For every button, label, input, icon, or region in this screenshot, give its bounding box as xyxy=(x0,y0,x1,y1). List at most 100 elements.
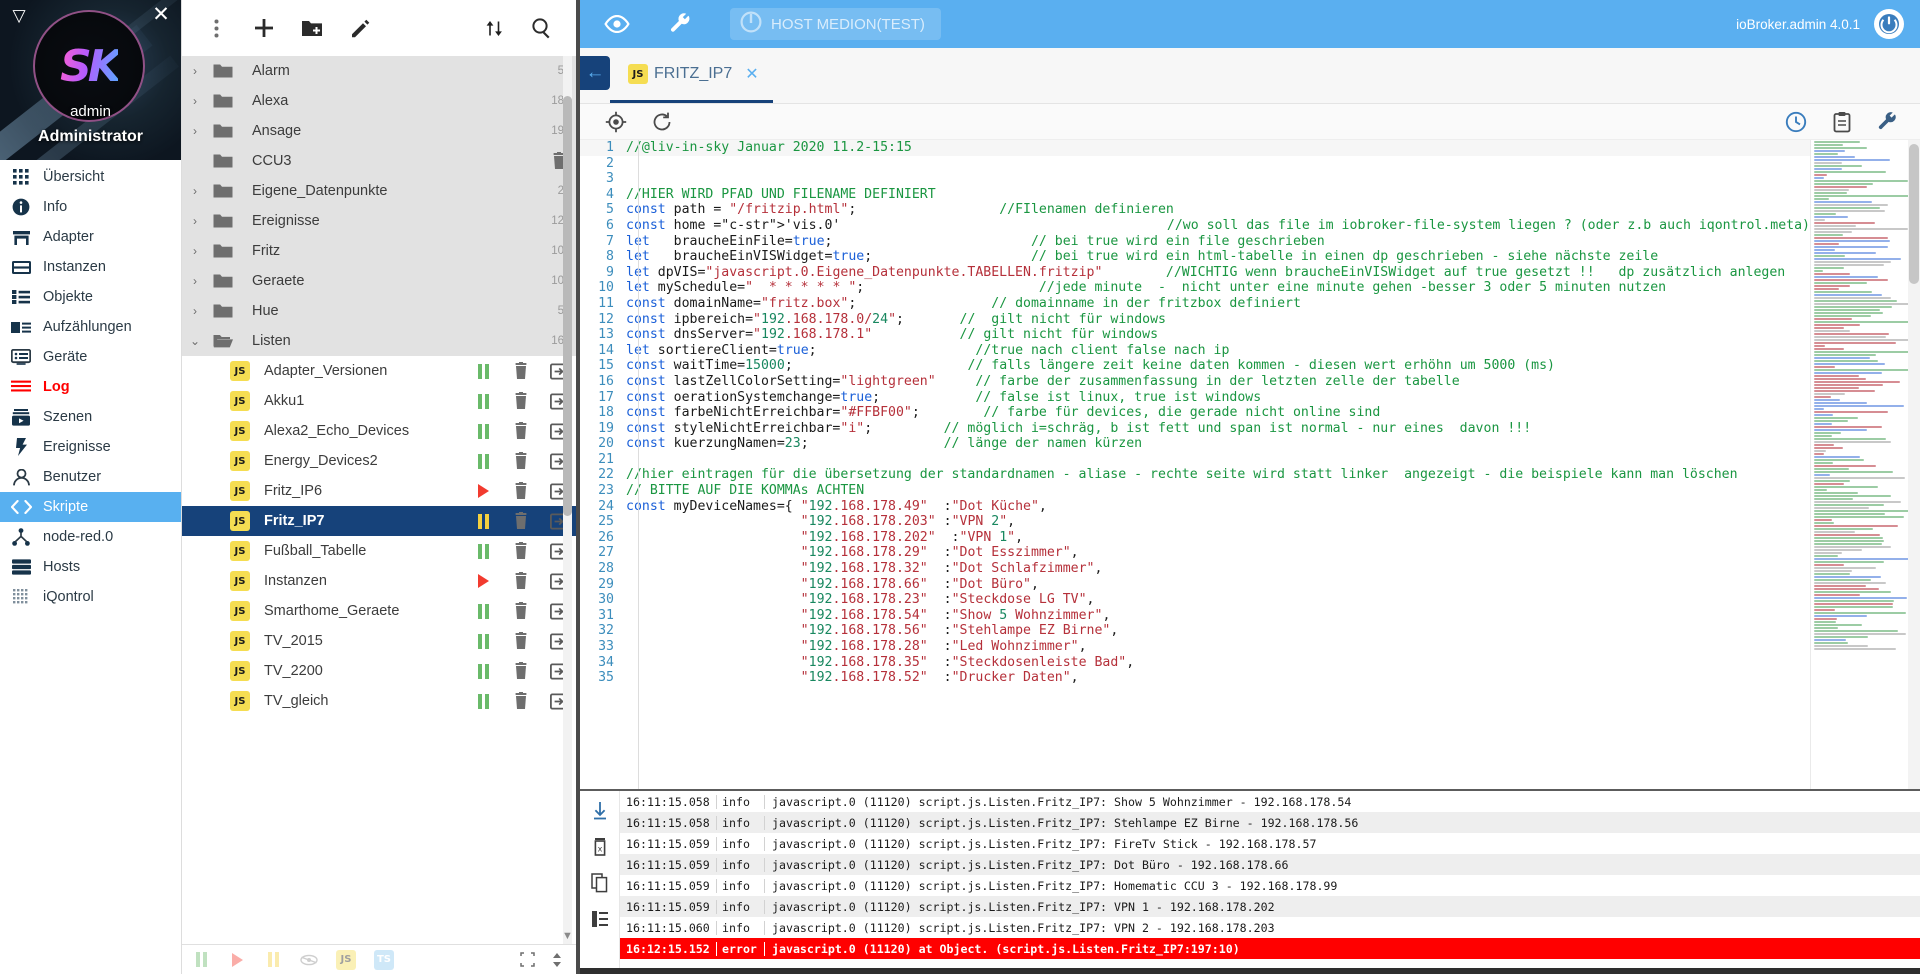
chevron-right-icon[interactable]: › xyxy=(182,64,208,78)
tree-script-row[interactable]: JS TV_2200 xyxy=(182,656,576,686)
code-line[interactable]: 4 //HIER WIRD PFAD UND FILENAME DEFINIERT xyxy=(580,187,1810,203)
code-line[interactable]: 27 "192.168.178.29" :"Dot Esszimmer", xyxy=(580,545,1810,561)
close-icon[interactable]: ✕ xyxy=(150,4,172,26)
code-line[interactable]: 19 const styleNichtErreichbar="i"; // mög… xyxy=(580,421,1810,437)
code-line[interactable]: 7 let braucheEinFile=true; // bei true wi… xyxy=(580,234,1810,250)
sidebar-item-objekte[interactable]: Objekte xyxy=(0,282,181,312)
log-row[interactable]: 16:11:15.059 info javascript.0 (11120) scr… xyxy=(620,896,1920,917)
code-line[interactable]: 18 const farbeNichtErreichbar="#FFBF00"; … xyxy=(580,405,1810,421)
code-line[interactable]: 12 const ipbereich="192.168.178.0/24"; //… xyxy=(580,312,1810,328)
chevron-right-icon[interactable]: › xyxy=(182,184,208,198)
sidebar-item-szenen[interactable]: Szenen xyxy=(0,402,181,432)
code-line[interactable]: 20 const kuerzungNamen=23; // länge der n… xyxy=(580,436,1810,452)
code-line[interactable]: 3 xyxy=(580,171,1810,187)
code-line[interactable]: 30 "192.168.178.23" :"Steckdose LG TV", xyxy=(580,592,1810,608)
up-down-icon[interactable] xyxy=(548,951,566,969)
tree-script-row[interactable]: JS Akku1 xyxy=(182,386,576,416)
sidebar-item-instanzen[interactable]: Instanzen xyxy=(0,252,181,282)
sidebar-item-info[interactable]: Info xyxy=(0,192,181,222)
code-line[interactable]: 34 "192.168.178.35" :"Steckdosenleiste B… xyxy=(580,655,1810,671)
tree-script-row[interactable]: JS Energy_Devices2 xyxy=(182,446,576,476)
scroll-bottom-icon[interactable] xyxy=(589,800,611,822)
tree-folder-row[interactable]: › Fritz 10 xyxy=(182,236,576,266)
pause-icon[interactable] xyxy=(192,951,210,969)
code-minimap[interactable] xyxy=(1810,140,1920,789)
code-line[interactable]: 35 "192.168.178.52" :"Drucker Daten", xyxy=(580,670,1810,686)
play-icon[interactable] xyxy=(474,482,492,500)
chevron-right-icon[interactable]: › xyxy=(182,94,208,108)
tree-scroll-down[interactable]: ▼ xyxy=(561,929,574,942)
tab-fritz-ip7[interactable]: JS FRITZ_IP7 ✕ xyxy=(610,48,773,103)
tree-script-row[interactable]: JS Adapter_Versionen xyxy=(182,356,576,386)
sidebar-item-ger-te[interactable]: Geräte xyxy=(0,342,181,372)
ts-filter-badge[interactable]: TS xyxy=(374,949,394,970)
pause-icon[interactable] xyxy=(474,362,492,380)
tree-script-row[interactable]: JS Fritz_IP7 xyxy=(182,506,576,536)
tree-folder-row[interactable]: › Hue 5 xyxy=(182,296,576,326)
play-icon[interactable] xyxy=(474,572,492,590)
log-row[interactable]: 16:11:15.059 info javascript.0 (11120) scr… xyxy=(620,833,1920,854)
sidebar-item--bersicht[interactable]: Übersicht xyxy=(0,162,181,192)
chevron-right-icon[interactable]: › xyxy=(182,244,208,258)
trash-icon[interactable] xyxy=(512,602,530,620)
resize-icon[interactable] xyxy=(518,951,536,969)
tree-script-row[interactable]: JS TV_gleich xyxy=(182,686,576,716)
pause-icon[interactable] xyxy=(474,422,492,440)
trash-icon[interactable] xyxy=(512,482,530,500)
log-row[interactable]: 16:11:15.058 info javascript.0 (11120) scr… xyxy=(620,791,1920,812)
pause-icon[interactable] xyxy=(474,452,492,470)
tree-script-row[interactable]: JS TV_2015 xyxy=(182,626,576,656)
tree-folder-row[interactable]: CCU3 xyxy=(182,146,576,176)
code-line[interactable]: 25 "192.168.178.203" :"VPN 2", xyxy=(580,514,1810,530)
log-row[interactable]: 16:11:15.060 info javascript.0 (11120) scr… xyxy=(620,917,1920,938)
editor-vertical-scrollbar[interactable] xyxy=(1908,140,1920,789)
plus-icon[interactable] xyxy=(244,8,284,48)
code-line[interactable]: 15 const waitTime=15000; // falls längere… xyxy=(580,358,1810,374)
wrench-icon[interactable] xyxy=(666,9,696,39)
play-icon[interactable] xyxy=(228,951,246,969)
code-line[interactable]: 8 let braucheEinVISWidget=true; // bei tr… xyxy=(580,249,1810,265)
more-vert-icon[interactable] xyxy=(196,8,236,48)
pause-yellow-icon[interactable] xyxy=(264,951,282,969)
new-folder-icon[interactable] xyxy=(292,8,332,48)
code-line[interactable]: 26 "192.168.178.202" :"VPN 1", xyxy=(580,530,1810,546)
pause-icon[interactable] xyxy=(474,602,492,620)
log-row[interactable]: 16:12:15.152 error javascript.0 (11120) at… xyxy=(620,938,1920,959)
trash-icon[interactable] xyxy=(512,692,530,710)
sidebar-item-aufz-hlungen[interactable]: Aufzählungen xyxy=(0,312,181,342)
reload-icon[interactable] xyxy=(650,110,674,134)
clipboard-icon[interactable] xyxy=(1830,110,1854,134)
chevron-right-icon[interactable]: › xyxy=(182,274,208,288)
sidebar-item-hosts[interactable]: Hosts xyxy=(0,552,181,582)
search-icon[interactable] xyxy=(522,8,562,48)
code-line[interactable]: 16 const lastZellColorSetting="lightgreen… xyxy=(580,374,1810,390)
code-line[interactable]: 9 let dpVIS="javascript.0.Eigene_Datenpun… xyxy=(580,265,1810,281)
code-line[interactable]: 32 "192.168.178.56" :"Stehlampe EZ Birne… xyxy=(580,623,1810,639)
tree-folder-row[interactable]: ⌄ Listen 16 xyxy=(182,326,576,356)
sidebar-item-adapter[interactable]: Adapter xyxy=(0,222,181,252)
sidebar-item-iqontrol[interactable]: iQontrol xyxy=(0,582,181,612)
log-row[interactable]: 16:11:15.058 info javascript.0 (11120) scr… xyxy=(620,812,1920,833)
pencil-icon[interactable] xyxy=(340,8,380,48)
code-line[interactable]: 21 xyxy=(580,452,1810,468)
code-editor[interactable]: 1//@liv-in-sky Januar 2020 11.2-15:15 2 3 4… xyxy=(580,140,1810,789)
trash-icon[interactable] xyxy=(512,392,530,410)
code-line[interactable]: 1 //@liv-in-sky Januar 2020 11.2-15:15 xyxy=(580,140,1810,156)
code-line[interactable]: 29 "192.168.178.66" :"Dot Büro", xyxy=(580,577,1810,593)
pause-icon[interactable] xyxy=(474,542,492,560)
code-line[interactable]: 28 "192.168.178.32" :"Dot Schlafzimmer", xyxy=(580,561,1810,577)
code-line[interactable]: 6 const home ="c-str">'vis.0' //wo soll d… xyxy=(580,218,1810,234)
trash-icon[interactable] xyxy=(512,632,530,650)
code-line[interactable]: 13 const dnsServer="192.168.178.1" // gil… xyxy=(580,327,1810,343)
chevron-right-icon[interactable]: › xyxy=(182,124,208,138)
tree-folder-row[interactable]: › Eigene_Datenpunkte 2 xyxy=(182,176,576,206)
code-line[interactable]: 23 // BITTE AUF DIE KOMMAs ACHTEN xyxy=(580,483,1810,499)
trash-icon[interactable] xyxy=(512,572,530,590)
sidebar-item-benutzer[interactable]: Benutzer xyxy=(0,462,181,492)
sidebar-item-ereignisse[interactable]: Ereignisse xyxy=(0,432,181,462)
code-line[interactable]: 14 let sortiereClient=true; //true nach c… xyxy=(580,343,1810,359)
sidebar-item-skripte[interactable]: Skripte xyxy=(0,492,181,522)
code-line[interactable]: 24 const myDeviceNames={ "192.168.178.49"… xyxy=(580,499,1810,515)
pause-icon[interactable] xyxy=(474,392,492,410)
chevron-right-icon[interactable]: › xyxy=(182,214,208,228)
